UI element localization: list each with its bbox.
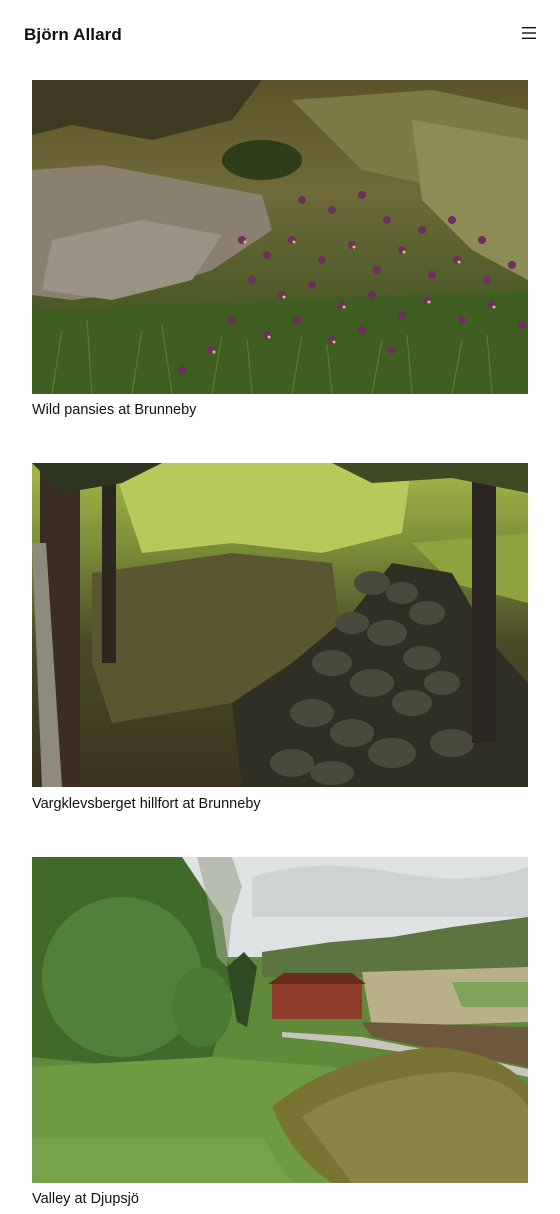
site-header: Björn Allard xyxy=(0,0,560,70)
site-title-link[interactable]: Björn Allard xyxy=(24,25,122,45)
gallery-photo-hillfort[interactable] xyxy=(32,463,528,787)
photo-caption: Valley at Djupsjö xyxy=(32,1191,139,1207)
menu-button[interactable] xyxy=(520,24,538,42)
photo-caption: Vargklevsberget hillfort at Brunneby xyxy=(32,796,261,812)
gallery-photo-wild-pansies[interactable] xyxy=(32,80,528,394)
gallery-photo-valley[interactable] xyxy=(32,857,528,1183)
hamburger-menu-icon xyxy=(522,27,536,39)
photo-caption: Wild pansies at Brunneby xyxy=(32,402,197,418)
